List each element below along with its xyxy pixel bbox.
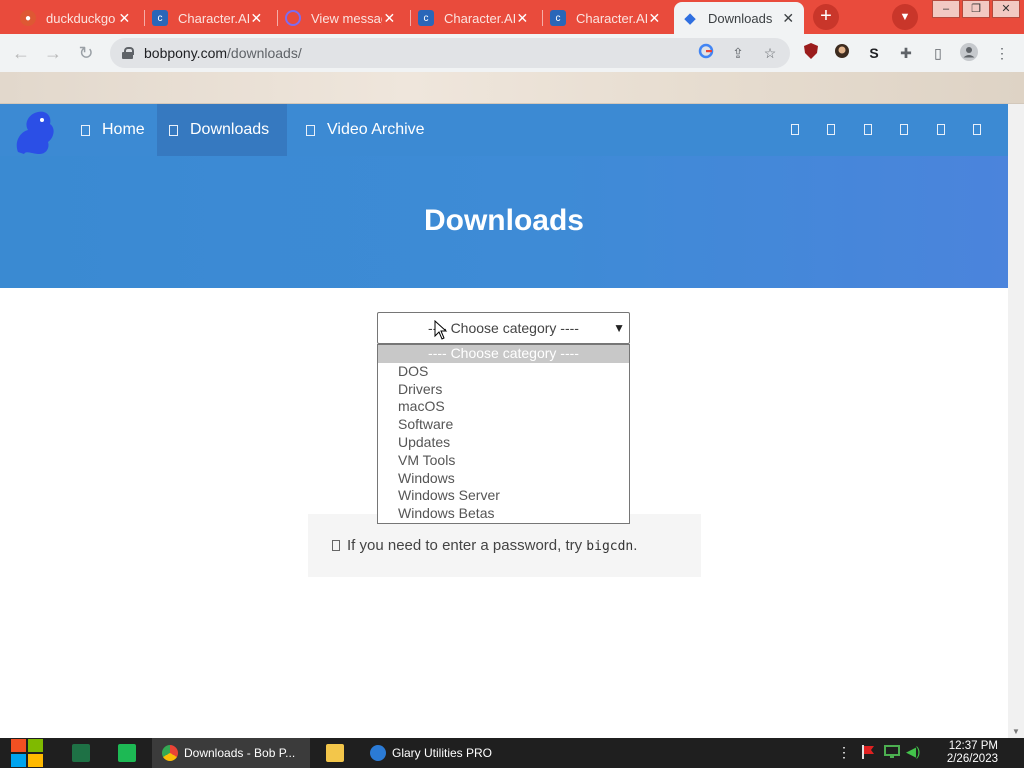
category-option-windows-server[interactable]: Windows Server <box>378 487 629 505</box>
duckduckgo-icon: ● <box>20 10 36 26</box>
side-panel-icon[interactable]: ▯ <box>928 43 948 63</box>
bobpony-logo[interactable] <box>10 106 60 156</box>
close-tab-icon[interactable]: ✕ <box>780 10 796 27</box>
social-icon-4[interactable] <box>900 124 908 135</box>
address-bar[interactable]: bobpony.com/downloads/ <box>110 38 790 68</box>
bookmarks-bar <box>0 72 1024 104</box>
category-dropdown-list: ---- Choose category ---- DOS Drivers ma… <box>377 344 630 524</box>
social-icon-3[interactable] <box>864 124 872 135</box>
tray-overflow-icon[interactable]: ⋮ <box>836 744 852 760</box>
browser-tab-strip: ● duckduckgo ✕ c Character.AI ✕ View mes… <box>0 0 1024 34</box>
minimize-icon[interactable]: – <box>932 0 960 18</box>
category-option-dos[interactable]: DOS <box>378 363 629 381</box>
clock-date: 2/26/2023 <box>946 753 998 765</box>
ublock-icon[interactable] <box>801 43 821 63</box>
browser-menu-icon[interactable]: ⋮ <box>992 43 1012 63</box>
notice-tail: . <box>633 537 638 554</box>
social-icon-6[interactable] <box>973 124 981 135</box>
extension-avatar-icon[interactable] <box>832 43 852 63</box>
home-icon <box>81 124 90 136</box>
nav-home[interactable]: Home <box>69 104 157 156</box>
clock-time: 12:37 PM <box>948 740 998 752</box>
category-option-windows-betas[interactable]: Windows Betas <box>378 505 629 523</box>
url-host: bobpony.com <box>144 45 228 61</box>
web-page: Home Downloads Video Archive Downloads -… <box>0 104 1008 738</box>
browser-tab-5[interactable]: c Character.AI ✕ <box>542 2 670 34</box>
category-option-software[interactable]: Software <box>378 416 629 434</box>
bobpony-icon: ◆ <box>684 10 696 27</box>
window-controls: – ❐ ✕ <box>930 0 1020 18</box>
browser-tab-1[interactable]: ● duckduckgo ✕ <box>12 2 140 34</box>
bookmark-star-icon[interactable]: ☆ <box>760 43 780 63</box>
category-select-value: ---- Choose category ---- <box>428 320 579 336</box>
download-icon <box>169 124 178 136</box>
chrome-icon <box>162 745 178 761</box>
social-icon-1[interactable] <box>791 124 799 135</box>
browser-toolbar: ← → ↻ bobpony.com/downloads/ ⇪ ☆ S ✚ ▯ ⋮ <box>0 34 1024 72</box>
new-tab-button[interactable]: + <box>813 4 839 30</box>
category-option-windows[interactable]: Windows <box>378 470 629 488</box>
page-title: Downloads <box>423 204 584 237</box>
close-tab-icon[interactable]: ✕ <box>382 10 397 27</box>
network-icon[interactable] <box>884 744 900 760</box>
glary-utilities-icon <box>370 745 386 761</box>
category-option-updates[interactable]: Updates <box>378 434 629 452</box>
category-option-drivers[interactable]: Drivers <box>378 381 629 399</box>
mouse-pointer-icon <box>434 320 448 340</box>
profile-icon[interactable] <box>959 43 979 63</box>
volume-icon[interactable]: ◀) <box>906 744 922 760</box>
url-path: /downloads/ <box>227 45 302 61</box>
page-scrollbar[interactable] <box>1008 104 1024 738</box>
character-ai-icon: c <box>418 10 434 26</box>
lock-icon[interactable] <box>122 47 134 59</box>
messages-icon <box>285 10 301 26</box>
restore-icon[interactable]: ❐ <box>962 0 990 18</box>
share-icon[interactable]: ⇪ <box>728 43 748 63</box>
forward-arrow-icon[interactable]: → <box>42 42 64 64</box>
browser-tab-downloads[interactable]: ◆ Downloads ✕ <box>674 2 804 34</box>
taskbar-chrome-downloads[interactable]: Downloads - Bob P... <box>152 738 310 768</box>
google-lens-icon[interactable] <box>696 43 716 63</box>
extension-s-icon[interactable]: S <box>864 43 884 63</box>
category-select[interactable]: ---- Choose category ---- ▼ <box>377 312 630 344</box>
close-tab-icon[interactable]: ✕ <box>249 10 264 27</box>
nav-video-archive[interactable]: Video Archive <box>294 104 437 156</box>
close-window-icon[interactable]: ✕ <box>992 0 1020 18</box>
chevron-down-icon: ▼ <box>613 321 625 335</box>
start-button-windows-icon[interactable] <box>10 738 44 768</box>
site-navbar: Home Downloads Video Archive <box>0 104 1008 156</box>
category-option-macos[interactable]: macOS <box>378 398 629 416</box>
back-arrow-icon[interactable]: ← <box>10 42 32 64</box>
close-tab-icon[interactable]: ✕ <box>647 10 662 27</box>
taskbar-notes-icon[interactable] <box>118 744 136 762</box>
notice-password-code: bigcdn <box>586 539 634 554</box>
character-ai-icon: c <box>550 10 566 26</box>
windows-taskbar: Downloads - Bob P... Glary Utilities PRO… <box>0 738 1024 768</box>
action-center-flag-icon[interactable] <box>860 744 876 760</box>
video-icon <box>306 124 315 136</box>
taskbar-app-icon[interactable] <box>72 744 90 762</box>
category-option-vm-tools[interactable]: VM Tools <box>378 452 629 470</box>
close-tab-icon[interactable]: ✕ <box>515 10 530 27</box>
file-explorer-icon[interactable] <box>326 744 344 762</box>
browser-tab-3[interactable]: View messages ✕ <box>277 2 405 34</box>
social-icon-2[interactable] <box>827 124 835 135</box>
category-option[interactable]: ---- Choose category ---- <box>378 345 629 363</box>
browser-tab-2[interactable]: c Character.AI ✕ <box>144 2 272 34</box>
taskbar-glary-utilities[interactable]: Glary Utilities PRO <box>360 738 518 768</box>
close-tab-icon[interactable]: ✕ <box>117 10 132 27</box>
character-ai-icon: c <box>152 10 168 26</box>
tab-search-button[interactable]: ▼ <box>892 4 918 30</box>
taskbar-clock[interactable]: 12:37 PM 2/26/2023 <box>947 740 998 766</box>
extensions-puzzle-icon[interactable]: ✚ <box>896 43 916 63</box>
nav-downloads[interactable]: Downloads <box>157 104 287 156</box>
browser-tab-4[interactable]: c Character.AI ✕ <box>410 2 538 34</box>
reload-icon[interactable]: ↻ <box>75 42 97 64</box>
info-icon <box>332 540 340 551</box>
page-hero: Downloads <box>0 156 1008 288</box>
notice-text: If you need to enter a password, try <box>347 537 587 554</box>
social-icon-5[interactable] <box>937 124 945 135</box>
